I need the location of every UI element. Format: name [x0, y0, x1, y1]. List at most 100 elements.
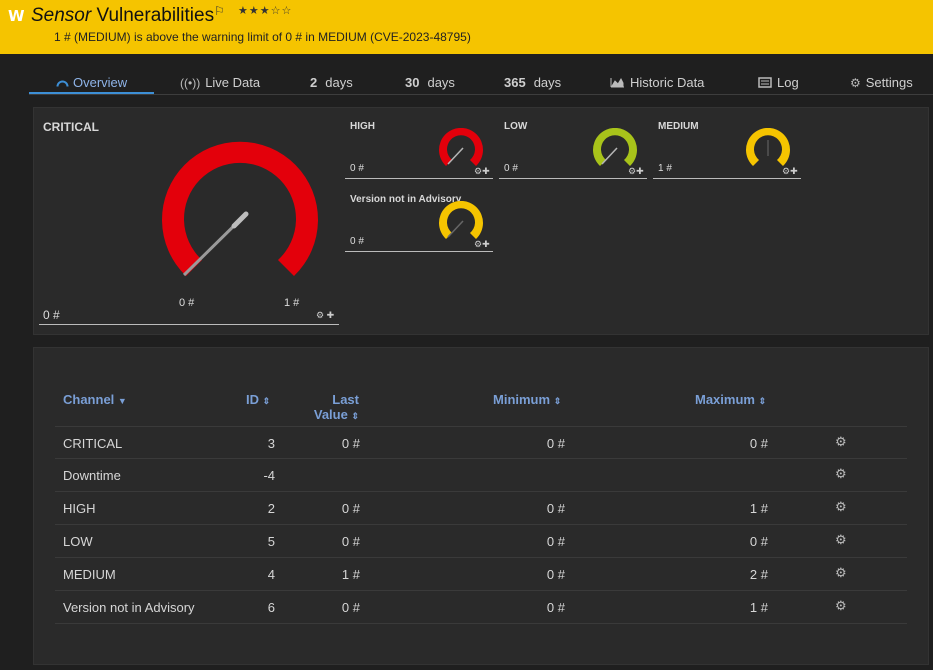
channel-name[interactable]: Version not in Advisory — [63, 600, 195, 615]
channel-name[interactable]: CRITICAL — [63, 436, 122, 451]
low-gauge-arc — [593, 128, 637, 166]
minimum-value: 0 # — [546, 436, 565, 451]
channel-header-label: Channel — [63, 392, 115, 407]
high-gauge-arc — [439, 128, 483, 166]
channel-name[interactable]: Downtime — [63, 468, 121, 483]
last-value: 0 # — [341, 436, 360, 451]
gauge-icon — [56, 80, 69, 87]
live-data-icon: ((•)) — [180, 76, 201, 90]
column-header-id[interactable]: ID ⇕ — [246, 392, 270, 407]
channel-settings-icon[interactable]: ⚙ — [835, 532, 847, 548]
version-gauge — [439, 201, 483, 239]
low-gauge-label: LOW — [504, 121, 528, 132]
column-header-maximum[interactable]: Maximum ⇕ — [695, 392, 766, 407]
tab-settings-label: Settings — [865, 75, 913, 90]
critical-gauge — [162, 141, 318, 277]
app-logo: W — [8, 7, 25, 25]
tab-historic-data[interactable]: Historic Data — [610, 75, 704, 90]
channel-id: 4 — [267, 567, 275, 582]
table-row[interactable]: Version not in Advisory 6 0 # 0 # 1 # ⚙ — [55, 591, 907, 624]
sensor-header: W Sensor Vulnerabilities ⚐ ★★★☆☆ 1 # (ME… — [0, 0, 933, 54]
settings-icon[interactable]: ⚙ — [782, 166, 790, 176]
table-row[interactable]: HIGH 2 0 # 0 # 1 # ⚙ — [55, 492, 907, 525]
critical-gauge-controls[interactable]: ⚙ ✚ — [316, 310, 334, 321]
version-gauge-needle — [447, 220, 464, 238]
maximum-value: 0 # — [749, 436, 768, 451]
settings-icon[interactable]: ⚙ — [316, 310, 324, 320]
tab-30-days[interactable]: 30 days — [405, 75, 455, 90]
sort-icon: ⇕ — [262, 396, 271, 406]
column-header-last-value[interactable]: Last Value ⇕ — [311, 392, 359, 424]
channel-name[interactable]: MEDIUM — [63, 567, 116, 582]
pin-icon[interactable]: ✚ — [790, 166, 798, 176]
channel-name[interactable]: HIGH — [63, 501, 96, 516]
table-row[interactable]: CRITICAL 3 0 # 0 # 0 # ⚙ — [55, 426, 907, 459]
status-message: 1 # (MEDIUM) is above the warning limit … — [54, 30, 471, 44]
table-row[interactable]: MEDIUM 4 1 # 0 # 2 # ⚙ — [55, 558, 907, 591]
maximum-value: 1 # — [749, 600, 768, 615]
maximum-value: 1 # — [749, 501, 768, 516]
pin-icon[interactable]: ✚ — [636, 166, 644, 176]
maximum-header-label: Maximum — [695, 392, 755, 407]
pin-icon[interactable]: ✚ — [482, 166, 490, 176]
medium-gauge-label: MEDIUM — [658, 121, 699, 132]
high-gauge-needle — [447, 147, 464, 165]
tab-2-days[interactable]: 2 days — [310, 75, 353, 90]
tab-overview[interactable]: Overview — [56, 75, 127, 90]
channel-settings-icon[interactable]: ⚙ — [835, 598, 847, 614]
tab-log-label: Log — [777, 75, 799, 90]
settings-icon[interactable]: ⚙ — [628, 166, 636, 176]
settings-icon[interactable]: ⚙ — [474, 166, 482, 176]
medium-gauge-divider — [653, 178, 801, 179]
low-gauge-value: 0 # — [504, 163, 518, 174]
minimum-value: 0 # — [546, 600, 565, 615]
column-header-minimum[interactable]: Minimum ⇕ — [493, 392, 561, 407]
critical-gauge-value: 0 # — [43, 308, 60, 322]
high-gauge-value: 0 # — [350, 163, 364, 174]
sort-icon: ⇕ — [351, 411, 359, 421]
high-gauge-divider — [345, 178, 493, 179]
minimum-value: 0 # — [546, 501, 565, 516]
tab-365-days[interactable]: 365 days — [504, 75, 561, 90]
minimum-value: 0 # — [546, 534, 565, 549]
critical-gauge-min: 0 # — [179, 297, 195, 309]
tab-bar: Overview ((•)) Live Data 2 days 30 days 365… — [29, 70, 933, 95]
sensor-type: Sensor — [31, 5, 92, 26]
active-tab-indicator — [29, 92, 154, 94]
channel-id: 6 — [267, 600, 275, 615]
channel-settings-icon[interactable]: ⚙ — [835, 466, 847, 482]
channel-id: 5 — [267, 534, 275, 549]
table-row[interactable]: LOW 5 0 # 0 # 0 # ⚙ — [55, 525, 907, 558]
low-gauge-controls[interactable]: ⚙✚ — [628, 166, 644, 177]
settings-icon[interactable]: ⚙ — [474, 239, 482, 249]
tab-2-days-label: days — [325, 75, 353, 90]
high-gauge-controls[interactable]: ⚙✚ — [474, 166, 490, 177]
priority-stars[interactable]: ★★★☆☆ — [238, 4, 292, 17]
flag-icon[interactable]: ⚐ — [214, 4, 225, 18]
channel-settings-icon[interactable]: ⚙ — [835, 565, 847, 581]
tab-live-data-label: Live Data — [205, 75, 261, 90]
tab-log[interactable]: Log — [758, 75, 799, 90]
page-title: Sensor Vulnerabilities — [31, 5, 214, 27]
low-gauge-divider — [499, 178, 647, 179]
table-row[interactable]: Downtime -4 ⚙ — [55, 459, 907, 492]
last-value-header-line1: Last — [332, 392, 359, 407]
channel-name[interactable]: LOW — [63, 534, 93, 549]
tab-settings[interactable]: ⚙ Settings — [850, 75, 913, 90]
critical-gauge-label: CRITICAL — [43, 120, 99, 134]
last-value: 1 # — [341, 567, 360, 582]
version-gauge-value: 0 # — [350, 236, 364, 247]
maximum-value: 2 # — [749, 567, 768, 582]
column-header-channel[interactable]: Channel ▼ — [63, 392, 127, 407]
version-gauge-divider — [345, 251, 493, 252]
channel-settings-icon[interactable]: ⚙ — [835, 434, 847, 450]
channel-id: 3 — [267, 436, 275, 451]
pin-icon[interactable]: ✚ — [327, 310, 335, 320]
sort-down-icon: ▼ — [117, 396, 127, 406]
tab-live-data[interactable]: ((•)) Live Data — [180, 75, 260, 90]
channel-settings-icon[interactable]: ⚙ — [835, 499, 847, 515]
channel-id: -4 — [263, 468, 275, 483]
version-gauge-controls[interactable]: ⚙✚ — [474, 239, 490, 250]
medium-gauge-controls[interactable]: ⚙✚ — [782, 166, 798, 177]
pin-icon[interactable]: ✚ — [482, 239, 490, 249]
